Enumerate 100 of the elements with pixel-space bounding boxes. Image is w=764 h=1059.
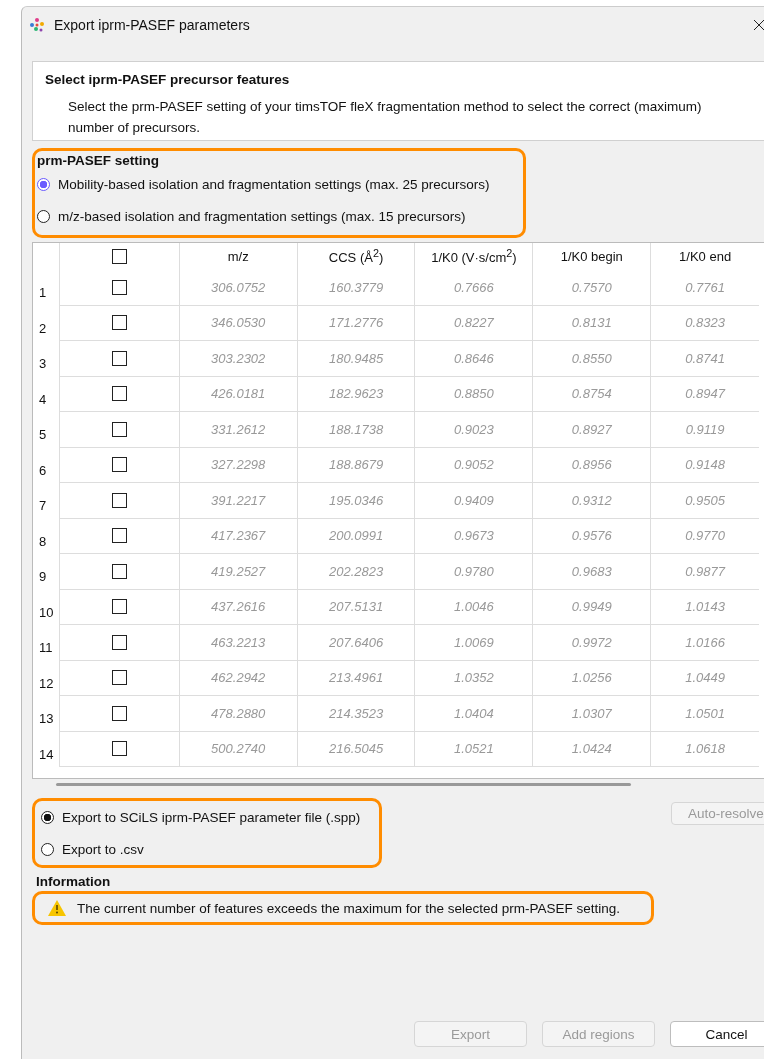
header-description: Select the prm-PASEF setting of your timsTOF fleX fragmentation method to select the correct (maximum) number of precursors. (67, 98, 703, 137)
table-cell: 1.0069 (415, 625, 534, 661)
table-cell: 0.9877 (651, 554, 759, 590)
table-cell: 419.2527 (179, 554, 298, 590)
table-cell: 200.0991 (297, 518, 416, 554)
section-label: Information (35, 874, 112, 889)
row-number: 3 (33, 341, 60, 377)
table-cell: 1.0424 (533, 731, 652, 767)
row-number: 7 (33, 483, 60, 519)
radio-option[interactable]: m/z-based isolation and fragmentation settings (max. 15 precursors) (37, 200, 523, 232)
table-cell: 0.9683 (533, 554, 652, 590)
table-cell: 213.4961 (297, 660, 416, 696)
table-cell: 180.9485 (297, 341, 416, 377)
table-cell: 0.8227 (415, 305, 534, 341)
row-number: 2 (33, 305, 60, 341)
header-title: Select iprm-PASEF precursor features (45, 72, 291, 87)
row-number: 8 (33, 518, 60, 554)
table-cell: 202.2823 (297, 554, 416, 590)
column-header[interactable]: m/z (179, 243, 298, 270)
table-cell: 1.0618 (651, 731, 759, 767)
table-cell: 303.2302 (179, 341, 298, 377)
table-cell: 160.3779 (297, 270, 416, 306)
row-number: 1 (33, 270, 60, 306)
table-cell: 0.8550 (533, 341, 652, 377)
table-cell: 1.0307 (533, 696, 652, 732)
dialog-button[interactable]: Cancel (670, 1021, 764, 1047)
table-cell: 1.0352 (415, 660, 534, 696)
row-number: 6 (33, 447, 60, 483)
row-number: 10 (33, 589, 60, 625)
table-cell: 188.1738 (297, 412, 416, 448)
table-cell: 1.0449 (651, 660, 759, 696)
table-cell: 1.0521 (415, 731, 534, 767)
row-number: 5 (33, 412, 60, 448)
table-cell: 0.9780 (415, 554, 534, 590)
table-cell: 1.0404 (415, 696, 534, 732)
table-cell: 1.0501 (651, 696, 759, 732)
table-cell: 306.0752 (179, 270, 298, 306)
table-cell: 0.9949 (533, 589, 652, 625)
table-cell: 0.9505 (651, 483, 759, 519)
table-cell: 0.9972 (533, 625, 652, 661)
table-cell: 331.2612 (179, 412, 298, 448)
table-cell: 0.7761 (651, 270, 759, 306)
table-cell: 0.9052 (415, 447, 534, 483)
table-cell: 0.9119 (651, 412, 759, 448)
table-cell: 0.9148 (651, 447, 759, 483)
row-number: 9 (33, 554, 60, 590)
row-number: 4 (33, 376, 60, 412)
table-cell: 207.6406 (297, 625, 416, 661)
table-cell: 391.2217 (179, 483, 298, 519)
column-header[interactable]: 1/K0 (V·s/cm$^{2}$) (415, 243, 534, 270)
table-cell: 0.8741 (651, 341, 759, 377)
table-cell: 1.0046 (415, 589, 534, 625)
table-cell: 182.9623 (297, 376, 416, 412)
table-cell: 327.2298 (179, 447, 298, 483)
table-cell: 216.5045 (297, 731, 416, 767)
table-cell: 0.8754 (533, 376, 652, 412)
window-title: Export iprm-PASEF parameters (54, 17, 250, 33)
table-cell: 346.0530 (179, 305, 298, 341)
table-cell: 0.9770 (651, 518, 759, 554)
row-number: 13 (33, 696, 60, 732)
table-cell: 214.3523 (297, 696, 416, 732)
table-cell: 1.0143 (651, 589, 759, 625)
table-cell: 0.8956 (533, 447, 652, 483)
table-cell: 463.2213 (179, 625, 298, 661)
column-header[interactable]: 1/K0 begin (533, 243, 652, 270)
table-cell: 437.2616 (179, 589, 298, 625)
table-cell: 188.8679 (297, 447, 416, 483)
radio-option[interactable]: Mobility-based isolation and fragmentation settings (max. 25 precursors) (37, 168, 523, 200)
table-cell: 0.9312 (533, 483, 652, 519)
table-cell: 0.8927 (533, 412, 652, 448)
table-cell: 0.7570 (533, 270, 652, 306)
table-cell: 0.9409 (415, 483, 534, 519)
table-cell: 1.0256 (533, 660, 652, 696)
table-cell: 0.9673 (415, 518, 534, 554)
table-cell: 0.8646 (415, 341, 534, 377)
row-number: 14 (33, 731, 60, 767)
table-cell: 0.8947 (651, 376, 759, 412)
table-cell: 207.5131 (297, 589, 416, 625)
table-cell: 0.8323 (651, 305, 759, 341)
table-cell: 171.2776 (297, 305, 416, 341)
row-number: 11 (33, 625, 60, 661)
table-cell: 500.2740 (179, 731, 298, 767)
table-cell: 417.2367 (179, 518, 298, 554)
table-cell: 0.8850 (415, 376, 534, 412)
table-cell: 195.0346 (297, 483, 416, 519)
table-cell: 0.9576 (533, 518, 652, 554)
table-cell: 0.7666 (415, 270, 534, 306)
table-cell: 462.2942 (179, 660, 298, 696)
section-label: prm-PASEF setting (37, 153, 160, 168)
table-cell: 426.0181 (179, 376, 298, 412)
table-cell: 478.2880 (179, 696, 298, 732)
table-cell: 0.9023 (415, 412, 534, 448)
radio-option[interactable]: Export to SCiLS iprm-PASEF parameter file (.spp) (41, 801, 379, 833)
column-header[interactable]: 1/K0 end (651, 243, 759, 270)
warning-message: The current number of features exceeds the maximum for the selected prm-PASEF setting. (77, 900, 620, 916)
table-cell: 0.8131 (533, 305, 652, 341)
radio-option[interactable]: Export to .csv (41, 833, 379, 865)
row-number: 12 (33, 660, 60, 696)
column-header[interactable]: CCS (Å$^{2}$) (297, 243, 416, 270)
table-cell: 1.0166 (651, 625, 759, 661)
